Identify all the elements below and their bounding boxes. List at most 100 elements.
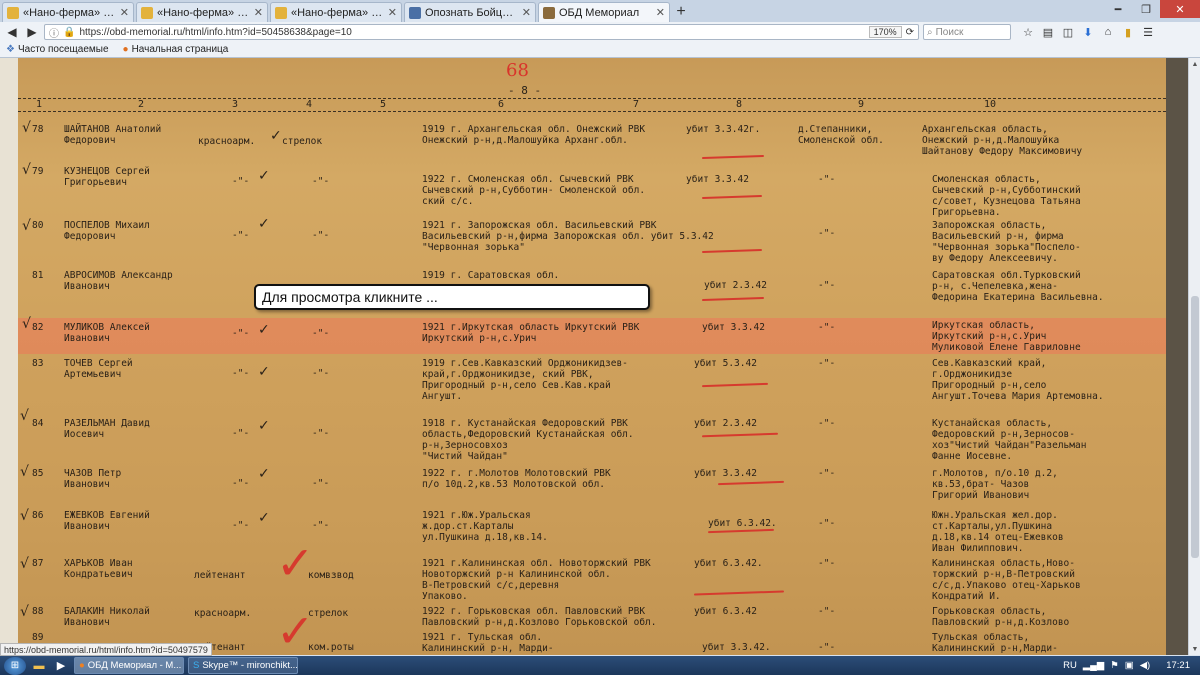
home-icon[interactable]: ⌂	[1101, 25, 1115, 39]
close-icon[interactable]: ✕	[254, 6, 263, 19]
search-input[interactable]: ⌕ Поиск	[923, 24, 1011, 40]
row-kin: Иркутская область, Иркутский р-н,с.Урич …	[932, 320, 1081, 353]
scroll-thumb[interactable]	[1191, 296, 1199, 558]
toolbar-icons: ☆ ▤ ◫ ⬇ ⌂ ▮ ☰	[1021, 25, 1155, 39]
row-rank: лейтенант	[194, 570, 246, 581]
red-check-mark-icon: ✓	[276, 604, 315, 655]
reload-icon[interactable]: ⟳	[906, 27, 914, 38]
close-window-icon[interactable]: ✕	[1160, 0, 1200, 18]
system-tray: RU ▂▄▆ ⚑ ▣ ◀) 17:21	[1063, 656, 1200, 675]
archive-document-scan[interactable]: 68 - 8 - 1 2 3 4 5 6 7 8 9 10 78 ШАЙТАНО…	[0, 58, 1166, 655]
tab-title: Опознать Бойца! | Страниц	[425, 6, 518, 19]
url-bar[interactable]: ⓘ 🔒 https://obd-memorial.ru/html/info.ht…	[44, 24, 919, 40]
row-name: МУЛИКОВ Алексей Иванович	[64, 322, 150, 344]
forward-arrow-icon[interactable]: ▶	[24, 24, 40, 40]
row-fate: убит 3.3.42	[694, 468, 757, 479]
row-burial: -"-	[818, 518, 836, 529]
row-burial: -"-	[818, 358, 836, 369]
row-fate: убит 6.3.42	[694, 606, 757, 617]
zoom-level[interactable]: 170%	[868, 26, 902, 38]
new-tab-button[interactable]: +	[670, 2, 692, 22]
row-rank: -"-	[232, 520, 250, 531]
row-rank: -"-	[232, 368, 250, 379]
menu-icon[interactable]: ☰	[1141, 25, 1155, 39]
scroll-up-icon[interactable]: ▲	[1189, 58, 1200, 70]
table-row: 84 РАЗЕЛЬМАН Давид Иосевич -"- -"- 1918 …	[18, 418, 1166, 468]
row-kin: Калининская область,Ново- торжский р-н,В…	[932, 558, 1081, 602]
reading-list-icon[interactable]: ▤	[1041, 25, 1055, 39]
media-player-icon[interactable]: ▶	[52, 658, 70, 674]
bookmark-home[interactable]: ● Начальная страница	[123, 44, 229, 55]
row-burial: -"-	[818, 174, 836, 185]
close-icon[interactable]: ✕	[656, 6, 665, 19]
volume-icon[interactable]: ◀)	[1140, 660, 1150, 671]
search-icon: ⌕	[927, 26, 933, 38]
column-header: 10	[984, 99, 997, 110]
row-burial: -"-	[818, 418, 836, 429]
row-rank: -"-	[232, 176, 250, 187]
language-indicator[interactable]: RU	[1063, 660, 1077, 671]
row-burial: -"-	[818, 642, 836, 653]
row-number: 86	[32, 510, 44, 521]
flag-icon[interactable]: ⚑	[1110, 660, 1119, 671]
clock[interactable]: 17:21	[1166, 660, 1190, 671]
scroll-down-icon[interactable]: ▼	[1189, 643, 1200, 655]
check-mark-icon: √	[20, 604, 29, 620]
info-icon[interactable]: ⓘ	[49, 25, 59, 40]
close-icon[interactable]: ✕	[120, 6, 129, 19]
browser-tab-4[interactable]: Опознать Бойца! | Страниц ✕	[404, 2, 536, 22]
check-mark-icon: √	[20, 464, 29, 480]
star-icon[interactable]: ☆	[1021, 25, 1035, 39]
close-icon[interactable]: ✕	[522, 6, 531, 19]
row-birth: 1922 г. Горьковская обл. Павловский РВК …	[422, 606, 657, 628]
browser-tab-3[interactable]: «Нано-ферма» - Приложен ✕	[270, 2, 402, 22]
column-header: 6	[498, 99, 505, 110]
addon-icon[interactable]: ▮	[1121, 25, 1135, 39]
click-to-view-tooltip[interactable]: Для просмотра кликните ...	[254, 284, 650, 310]
check-mark-icon: √	[22, 120, 31, 136]
maximize-icon[interactable]: ❐	[1132, 0, 1160, 18]
signal-icon[interactable]: ▂▄▆	[1083, 660, 1104, 671]
row-fate: убит 3.3.42	[702, 322, 765, 333]
row-position: стрелок	[282, 136, 323, 147]
row-birth: 1919 г. Саратовская обл.	[422, 270, 560, 281]
tab-title: ОБД Мемориал	[559, 6, 640, 19]
bookmark-label: Часто посещаемые	[17, 44, 109, 55]
taskbar-item-skype[interactable]: S Skype™ - mironchikt...	[188, 657, 298, 674]
back-arrow-icon[interactable]: ◀	[4, 24, 20, 40]
row-kin: Южн.Уральская жел.дор. ст.Карталы,ул.Пуш…	[932, 510, 1064, 554]
taskbar-item-firefox[interactable]: ● ОБД Мемориал - M...	[74, 657, 184, 674]
row-name: ЕЖЕВКОВ Евгений Иванович	[64, 510, 150, 532]
browser-tab-1[interactable]: «Нано-ферма» - Приложен ✕	[2, 2, 134, 22]
check-mark-icon: √	[20, 556, 29, 572]
row-number: 80	[32, 220, 44, 231]
column-header: 4	[306, 99, 313, 110]
network-icon[interactable]: ▣	[1125, 660, 1134, 671]
vertical-scrollbar[interactable]: ▲ ▼	[1188, 58, 1200, 655]
browser-tab-5[interactable]: ОБД Мемориал ✕	[538, 2, 670, 22]
red-check-mark-icon: ✓	[276, 536, 315, 590]
skype-icon: S	[193, 660, 200, 671]
browser-tab-2[interactable]: «Нано-ферма» - Приложен ✕	[136, 2, 268, 22]
pocket-icon[interactable]: ◫	[1061, 25, 1075, 39]
download-icon[interactable]: ⬇	[1081, 25, 1095, 39]
row-number: 87	[32, 558, 44, 569]
row-birth: 1922 г. Смоленская обл. Сычевский РВК Сы…	[422, 174, 646, 207]
browser-tab-bar: «Нано-ферма» - Приложен ✕ «Нано-ферма» -…	[0, 0, 1200, 22]
explorer-icon[interactable]: ▬	[30, 658, 48, 674]
check-mark-icon: √	[20, 408, 29, 424]
row-birth: 1918 г. Кустанайская Федоровский РВК обл…	[422, 418, 634, 462]
row-kin: Саратовская обл.Турковский р-н, с.Чепеле…	[932, 270, 1104, 303]
row-fate: убит 6.3.42.	[694, 558, 763, 569]
row-rank: -"-	[232, 428, 250, 439]
row-name: ПОСПЕЛОВ Михаил Федорович	[64, 220, 150, 242]
check-mark-icon: ✓	[258, 364, 270, 380]
minimize-icon[interactable]: ━	[1104, 0, 1132, 18]
close-icon[interactable]: ✕	[388, 6, 397, 19]
url-text[interactable]: https://obd-memorial.ru/html/info.htm?id…	[79, 27, 864, 38]
table-row-highlighted[interactable]: 82 МУЛИКОВ Алексей Иванович -"- -"- 1921…	[18, 318, 1166, 354]
table-row: 87 ХАРЬКОВ Иван Кондратьевич лейтенант к…	[18, 558, 1166, 602]
bookmark-frequent[interactable]: ❖ Часто посещаемые	[6, 44, 109, 55]
row-birth: 1919 г.Сев.Кавказский Орджоникидзев- кра…	[422, 358, 628, 402]
windows-start-icon[interactable]: ⊞	[4, 656, 26, 675]
